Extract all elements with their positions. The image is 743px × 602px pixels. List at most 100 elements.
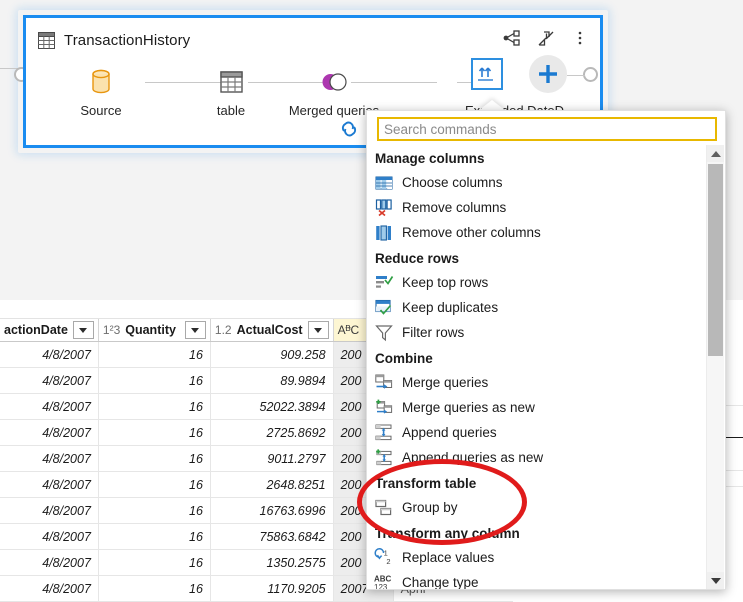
table-cell: 4/8/2007	[0, 471, 99, 498]
column-header-transactiondate[interactable]: actionDate	[0, 319, 99, 342]
table-cell: 4/8/2007	[0, 393, 99, 420]
menu-item-label: Append queries as new	[402, 450, 544, 465]
menu-item-choose-columns[interactable]: Choose columns	[367, 170, 705, 195]
remove-other-columns-icon	[375, 224, 393, 242]
menu-item-append-queries[interactable]: Append queries	[367, 420, 705, 445]
table-cell: 4/8/2007	[0, 523, 99, 550]
linked-chain-icon[interactable]	[340, 120, 362, 138]
menu-item-keep-top-rows[interactable]: Keep top rows	[367, 270, 705, 295]
table-cell: 16	[98, 445, 211, 472]
scrollbar-thumb[interactable]	[708, 164, 723, 356]
filter-dropdown-icon[interactable]	[72, 321, 94, 339]
table-cell: 52022.3894	[210, 393, 334, 420]
type-badge-text-abc-icon: AᴯC	[337, 323, 360, 337]
menu-scrollbar[interactable]	[706, 145, 724, 589]
table-cell: 16763.6996	[210, 497, 334, 524]
table-cell: 4/8/2007	[0, 549, 99, 576]
svg-text:123: 123	[374, 583, 388, 589]
menu-group-title: Manage columns	[375, 151, 485, 166]
table-cell: 2648.8251	[210, 471, 334, 498]
step-node-table[interactable]: table	[183, 65, 279, 118]
table-cell: 4/8/2007	[0, 419, 99, 446]
share-diagram-icon[interactable]	[502, 28, 522, 48]
menu-item-merge-queries[interactable]: Merge queries	[367, 370, 705, 395]
menu-item-label: Keep top rows	[402, 275, 489, 290]
menu-item-append-queries-as-new[interactable]: Append queries as new	[367, 445, 705, 470]
menu-item-label: Append queries	[402, 425, 497, 440]
keep-top-rows-icon	[375, 274, 394, 292]
menu-item-merge-queries-as-new[interactable]: Merge queries as new	[367, 395, 705, 420]
replace-values-icon: 1 2	[374, 548, 393, 567]
filter-dropdown-icon[interactable]	[307, 321, 329, 339]
menu-item-change-type[interactable]: ABC 123 Change type	[367, 570, 705, 590]
menu-group-title: Transform any column	[375, 526, 520, 541]
table-cell: 4/8/2007	[0, 575, 99, 602]
menu-item-label: Group by	[402, 500, 458, 515]
step-label: table	[216, 103, 246, 118]
query-actions	[502, 28, 590, 48]
table-cell: 89.9894	[210, 367, 334, 394]
search-input[interactable]	[377, 117, 717, 141]
scroll-up-arrow-icon[interactable]	[707, 145, 724, 162]
funnel-filter-icon	[375, 324, 393, 342]
menu-item-filter-rows[interactable]: Filter rows	[367, 320, 705, 345]
menu-item-label: Replace values	[402, 550, 495, 565]
command-menu-list[interactable]: Manage columns Choose columns Remove col…	[367, 145, 705, 589]
menu-group-title: Transform table	[375, 476, 477, 491]
type-badge-whole-number-icon: 1²3	[102, 323, 121, 337]
merge-venn-icon	[286, 65, 382, 99]
menu-item-label: Choose columns	[402, 175, 503, 190]
menu-group-title: Reduce rows	[375, 251, 460, 266]
menu-item-label: Remove other columns	[402, 225, 541, 240]
table-cell: 9011.2797	[210, 445, 334, 472]
step-label: Source	[80, 103, 122, 118]
menu-item-label: Merge queries as new	[402, 400, 535, 415]
collapse-arrows-icon[interactable]	[536, 28, 556, 48]
table-cell: 909.258	[210, 341, 334, 368]
filter-dropdown-icon[interactable]	[184, 321, 206, 339]
menu-item-label: Filter rows	[402, 325, 465, 340]
menu-item-group-by[interactable]: Group by	[367, 495, 705, 520]
step-node-source[interactable]: Source	[53, 65, 149, 118]
scroll-down-arrow-icon[interactable]	[707, 572, 724, 589]
query-title: TransactionHistory	[38, 26, 190, 54]
column-header-label: ActualCost	[236, 323, 303, 337]
remove-columns-icon	[375, 199, 393, 217]
menu-item-keep-duplicates[interactable]: Keep duplicates	[367, 295, 705, 320]
menu-item-label: Change type	[402, 575, 479, 589]
table-cell: 1350.2575	[210, 549, 334, 576]
table-cell: 75863.6842	[210, 523, 334, 550]
query-output-endpoint[interactable]	[583, 67, 598, 82]
column-header-quantity[interactable]: 1²3 Quantity	[98, 319, 211, 342]
menu-item-remove-columns[interactable]: Remove columns	[367, 195, 705, 220]
table-cell: 16	[98, 549, 211, 576]
table-cell: 16	[98, 471, 211, 498]
table-cell: 4/8/2007	[0, 367, 99, 394]
table-cell: 16	[98, 393, 211, 420]
svg-text:2: 2	[386, 557, 390, 566]
more-options-icon[interactable]	[570, 28, 590, 48]
table-cell: 4/8/2007	[0, 497, 99, 524]
add-step-button[interactable]	[537, 63, 559, 85]
column-header-label: Quantity	[125, 323, 176, 337]
merge-queries-icon	[375, 374, 393, 392]
menu-group-title: Combine	[375, 351, 433, 366]
choose-columns-icon	[375, 174, 393, 192]
menu-item-replace-values[interactable]: 1 2 Replace values	[367, 545, 705, 570]
menu-item-label: Merge queries	[402, 375, 489, 390]
table-cell: 16	[98, 419, 211, 446]
column-header-actualcost[interactable]: 1.2 ActualCost	[210, 319, 334, 342]
menu-item-label: Remove columns	[402, 200, 507, 215]
merge-queries-as-new-icon	[375, 399, 393, 417]
table-cell: 16	[98, 341, 211, 368]
search-commands-wrap	[377, 117, 717, 141]
table-cell: 16	[98, 497, 211, 524]
selected-step-frame[interactable]	[471, 58, 503, 90]
database-cylinder-icon	[53, 65, 149, 99]
command-menu[interactable]: Manage columns Choose columns Remove col…	[366, 110, 726, 590]
append-queries-icon	[375, 424, 393, 442]
query-title-label: TransactionHistory	[64, 31, 191, 49]
table-grid-icon	[183, 65, 279, 99]
keep-duplicates-icon	[375, 299, 393, 317]
menu-item-remove-other-columns[interactable]: Remove other columns	[367, 220, 705, 245]
